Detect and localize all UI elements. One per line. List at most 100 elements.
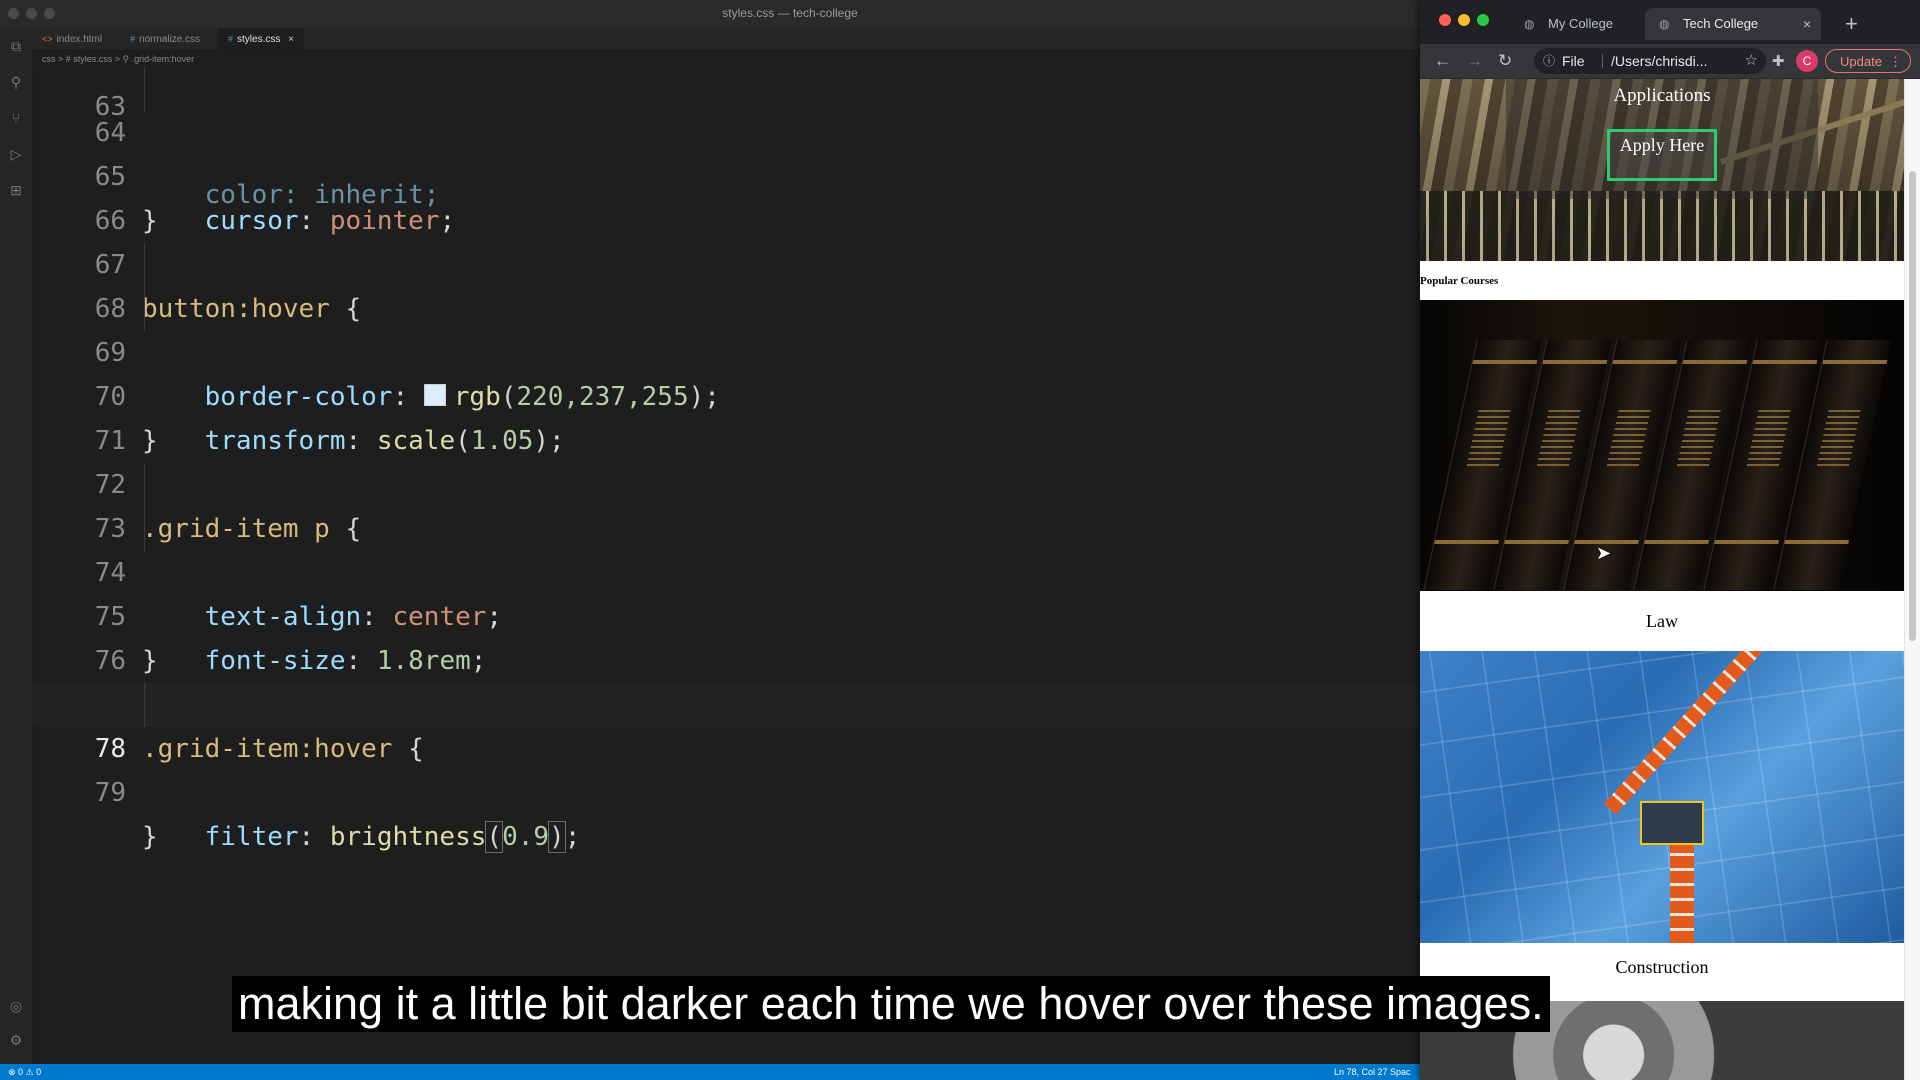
web-page: Applications Apply Here Popular Courses … [1420, 79, 1904, 1080]
close-tab-icon[interactable]: × [1803, 8, 1811, 40]
course-label-construction: Construction [1615, 957, 1709, 977]
window-title: styles.css — tech-college [722, 6, 858, 20]
source-control-icon[interactable]: ⑂ [8, 110, 24, 126]
code-line: 71 [32, 375, 1420, 456]
crane-cab [1640, 801, 1704, 845]
minimize-window-button[interactable] [1458, 14, 1470, 26]
page-scrollbar[interactable] [1904, 79, 1920, 1080]
css-file-icon: # [130, 34, 136, 44]
account-icon[interactable]: ◎ [8, 998, 24, 1014]
line-number: 79 [94, 778, 126, 808]
zoom-window-button[interactable] [1477, 14, 1489, 26]
code-line: 68 border-color: rgb(220,237,255); [32, 243, 1420, 412]
tab-label: styles.css [237, 34, 281, 45]
indent-guide [144, 507, 145, 551]
run-debug-icon[interactable]: ▷ [8, 146, 24, 162]
indent-guide [144, 683, 145, 727]
globe-icon: ◍ [1524, 17, 1535, 31]
html-file-icon: <> [42, 34, 53, 44]
hero-stairs [1420, 191, 1904, 261]
code-editor-window: styles.css — tech-college ⧉ ⚲ ⑂ ▷ ⊞ ◎ ⚙ … [0, 0, 1430, 1080]
settings-gear-icon[interactable]: ⚙ [8, 1032, 24, 1048]
search-icon[interactable]: ⚲ [8, 74, 24, 90]
bracket-match: ( [485, 821, 504, 853]
update-label: Update [1840, 54, 1882, 69]
activity-bar: ⧉ ⚲ ⑂ ▷ ⊞ ◎ ⚙ [0, 28, 33, 1064]
editor-tab-bar: <> index.html # normalize.css # styles.css … [32, 28, 1420, 51]
line-content: } [142, 822, 158, 852]
cursor-position[interactable]: Ln 78, Col 27 Spac [1334, 1064, 1411, 1080]
indent-guide [144, 67, 145, 111]
problems-indicator[interactable]: ⊗ 0 ⚠ 0 [8, 1064, 41, 1080]
line-content: filter: brightness(0.9); [204, 821, 581, 853]
code-token: 0.9 [502, 822, 550, 852]
more-menu-icon[interactable]: ⋮ [1889, 50, 1902, 74]
editor-titlebar: styles.css — tech-college [0, 0, 1420, 29]
hero-image: Applications Apply Here [1420, 79, 1904, 261]
profile-avatar[interactable]: C [1796, 50, 1818, 72]
tab-normalize-css[interactable]: # normalize.css [120, 28, 210, 50]
url-text: /Users/chrisdi... [1611, 53, 1708, 69]
reload-icon[interactable]: ↻ [1498, 49, 1512, 73]
indent-guide [144, 463, 145, 507]
new-tab-button[interactable]: + [1845, 8, 1858, 40]
indent-guide [144, 243, 145, 287]
indent-guide [144, 287, 145, 331]
bookmark-star-icon[interactable]: ☆ [1745, 48, 1758, 74]
tab-title: My College [1548, 16, 1614, 31]
code-line: 75 } [32, 551, 1420, 676]
close-window-button[interactable] [1439, 14, 1451, 26]
code-line: 67 button:hover { [32, 199, 1420, 324]
code-line-current: 78 filter: brightness(0.9); [32, 683, 1420, 853]
code-token: filter [204, 822, 299, 852]
back-arrow-icon[interactable]: ← [1434, 49, 1451, 73]
browser-toolbar: ← → ↻ ⓘ File /Users/chrisdi... ☆ ✚ C Upd… [1420, 44, 1920, 79]
tab-index-html[interactable]: <> index.html [32, 28, 112, 50]
address-bar[interactable]: ⓘ File /Users/chrisdi... ☆ [1534, 48, 1766, 74]
tab-styles-css[interactable]: # styles.css × [218, 28, 304, 50]
code-line: 65 } [32, 111, 1420, 236]
code-line: 72 .grid-item p { [32, 419, 1420, 544]
css-file-icon: # [228, 34, 234, 44]
browser-tab-strip: ◍ My College × ◍ Tech College × + [1420, 0, 1920, 44]
code-line: 66 [32, 155, 1420, 236]
bracket-match: ) [548, 821, 566, 853]
hero-heading: Applications [1613, 85, 1711, 106]
extensions-puzzle-icon[interactable]: ✚ [1772, 52, 1785, 70]
code-line: 69 transform: scale(1.05); [32, 287, 1420, 456]
video-caption: making it a little bit darker each time … [232, 976, 1550, 1032]
tab-label: normalize.css [139, 34, 201, 45]
divider [1602, 54, 1603, 68]
scrollbar-thumb[interactable] [1909, 171, 1916, 641]
tab-label: index.html [56, 34, 103, 45]
law-course-image[interactable] [1420, 300, 1904, 591]
mouse-pointer-icon: ➤ [1596, 543, 1612, 563]
code-line: 79 } [32, 727, 1420, 852]
code-line: 70 } [32, 331, 1420, 456]
forward-arrow-icon[interactable]: → [1466, 49, 1483, 73]
code-line: 73 text-align: center; [32, 463, 1420, 632]
status-bar: ⊗ 0 ⚠ 0 Ln 78, Col 27 Spac [0, 1064, 1420, 1080]
tab-title: Tech College [1683, 16, 1759, 31]
code-token: : [298, 822, 330, 852]
code-token: brightness [329, 822, 487, 852]
breadcrumb[interactable]: css > # styles.css > ⚲ .grid-item:hover [32, 51, 1430, 67]
course-label-law: Law [1646, 611, 1678, 631]
apply-here-button[interactable]: Apply Here [1607, 129, 1717, 181]
browser-window: ◍ My College × ◍ Tech College × + ← → ↻ … [1420, 0, 1920, 1080]
info-icon[interactable]: ⓘ [1543, 48, 1557, 74]
extensions-icon[interactable]: ⊞ [8, 182, 24, 198]
explorer-icon[interactable]: ⧉ [8, 38, 24, 54]
close-tab-icon[interactable]: × [288, 34, 294, 45]
construction-course-image[interactable] [1420, 651, 1904, 943]
code-line: 77 .grid-item:hover { [32, 639, 1420, 764]
globe-icon: ◍ [1659, 17, 1670, 31]
browser-tab-tech-college[interactable]: ◍ Tech College × [1645, 8, 1821, 40]
code-area[interactable]: 63 color: inherit; 64 cursor: pointer; 6… [32, 67, 1420, 1057]
code-line: 76 [32, 595, 1420, 676]
popular-courses-heading: Popular Courses [1420, 275, 1499, 287]
update-button[interactable]: Update ⋮ [1825, 49, 1911, 73]
url-scheme: File [1562, 53, 1585, 69]
code-line: 74 font-size: 1.8rem; [32, 507, 1420, 676]
blueprint-grid [1420, 651, 1904, 943]
